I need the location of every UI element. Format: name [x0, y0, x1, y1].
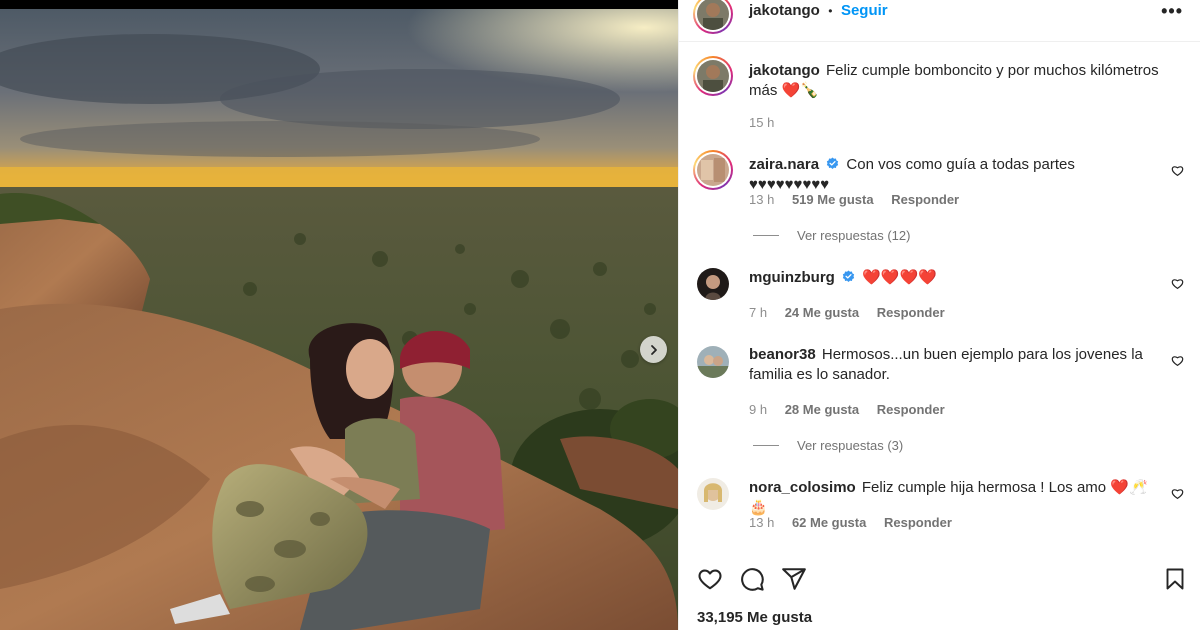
comment-like-heart-icon[interactable] [1171, 487, 1184, 500]
reply-button[interactable]: Responder [877, 305, 945, 320]
comment-avatar-ring[interactable] [693, 150, 733, 190]
comment-likes[interactable]: 62 Me gusta [792, 515, 866, 530]
separator-dot: • [828, 4, 833, 18]
post-header: jakotango • Seguir ••• [679, 0, 1200, 42]
verified-badge-icon [842, 270, 855, 282]
caption-avatar-ring[interactable] [693, 56, 733, 96]
view-replies-label: Ver respuestas (12) [797, 228, 911, 243]
comment-likes[interactable]: 24 Me gusta [785, 305, 859, 320]
avatar [697, 60, 729, 92]
caption-username[interactable]: jakotango [749, 62, 820, 79]
next-photo-button[interactable] [640, 336, 667, 363]
comment-username[interactable]: nora_colosimo [749, 479, 856, 496]
comment-likes[interactable]: 28 Me gusta [785, 402, 859, 417]
comment-like-heart-icon[interactable] [1171, 354, 1184, 367]
avatar[interactable] [697, 268, 729, 300]
comment-emoji: ❤️❤️❤️❤️ [862, 269, 937, 286]
post-side-panel: jakotango • Seguir ••• jakotango Feliz c… [678, 0, 1200, 630]
avatar[interactable] [697, 478, 729, 510]
bookmark-icon[interactable] [1163, 566, 1187, 592]
view-replies-label: Ver respuestas (3) [797, 438, 904, 453]
follow-button[interactable]: Seguir [841, 2, 888, 19]
comment-time: 13 h [749, 515, 775, 530]
replies-divider-line [753, 445, 779, 446]
comment-likes[interactable]: 519 Me gusta [792, 192, 874, 207]
comment-meta: 9 h 28 Me gusta Responder [749, 402, 945, 417]
instagram-post-view: jakotango • Seguir ••• jakotango Feliz c… [0, 0, 1200, 630]
avatar[interactable] [697, 346, 729, 378]
photo-top-bar [0, 0, 678, 9]
caption-emoji: ❤️🍾 [781, 82, 819, 99]
verified-badge-icon [827, 157, 839, 169]
reply-button[interactable]: Responder [891, 192, 959, 207]
chevron-right-icon [650, 344, 657, 355]
comment-meta: 7 h 24 Me gusta Responder [749, 305, 945, 320]
comment-username[interactable]: beanor38 [749, 346, 816, 363]
more-options-icon[interactable]: ••• [1161, 1, 1183, 22]
comment-meta: 13 h 62 Me gusta Responder [749, 515, 952, 530]
comment-time: 7 h [749, 305, 768, 320]
comment-like-heart-icon[interactable] [1171, 277, 1184, 290]
comment-text: Feliz cumple hija hermosa ! Los amo [861, 479, 1107, 496]
comment-time: 9 h [749, 402, 768, 417]
comment: beanor38 Hermosos...un buen ejemplo para… [749, 345, 1159, 385]
view-replies-button[interactable]: Ver respuestas (12) [753, 228, 910, 243]
comment-meta: 13 h 519 Me gusta Responder [749, 192, 959, 207]
comment-username[interactable]: zaira.nara [749, 156, 819, 173]
comment: zaira.nara Con vos como guía a todas par… [749, 155, 1159, 195]
heart-icon[interactable] [697, 566, 723, 592]
comment-icon[interactable] [739, 566, 765, 592]
header-line: jakotango • Seguir [749, 2, 888, 20]
avatar [697, 154, 729, 186]
post-photo[interactable] [0, 0, 678, 630]
author-username[interactable]: jakotango [749, 2, 820, 19]
likes-count[interactable]: 33,195 Me gusta [697, 609, 812, 626]
caption: jakotango Feliz cumple bomboncito y por … [749, 61, 1169, 101]
reply-button[interactable]: Responder [877, 402, 945, 417]
photo-scene [0, 9, 678, 630]
comment: mguinzburg ❤️❤️❤️❤️ [749, 268, 1159, 288]
view-replies-button[interactable]: Ver respuestas (3) [753, 438, 903, 453]
comment-time: 13 h [749, 192, 775, 207]
caption-time: 15 h [749, 115, 775, 130]
post-actions [679, 560, 1200, 600]
reply-button[interactable]: Responder [884, 515, 952, 530]
comment-like-heart-icon[interactable] [1171, 164, 1184, 177]
share-icon[interactable] [781, 566, 807, 592]
comment-username[interactable]: mguinzburg [749, 269, 835, 286]
replies-divider-line [753, 235, 779, 236]
comment: nora_colosimo Feliz cumple hija hermosa … [749, 478, 1159, 518]
author-avatar-ring[interactable] [693, 0, 733, 34]
